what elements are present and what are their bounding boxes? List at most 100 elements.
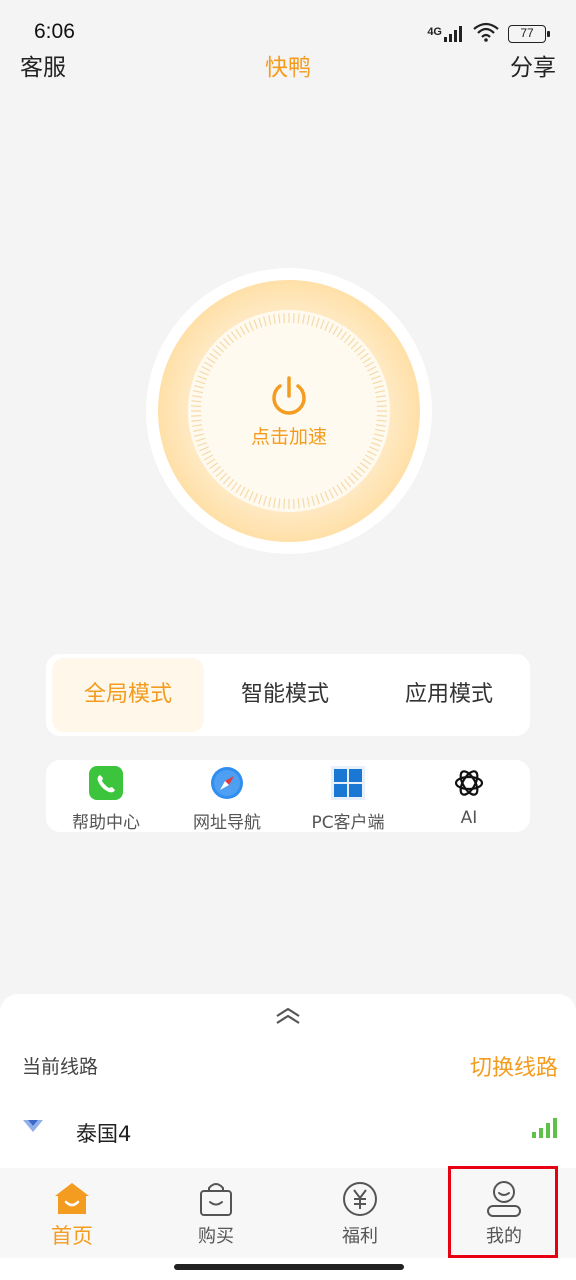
highlight-box (448, 1166, 558, 1258)
dial-tick (215, 344, 225, 353)
dial-tick (258, 494, 263, 505)
tab-home[interactable]: 首页 (0, 1168, 144, 1256)
dial-tick (372, 380, 383, 385)
compass-icon (211, 767, 243, 799)
dial-tick (315, 317, 320, 328)
dial-tick (306, 315, 310, 326)
dial-tick (243, 323, 250, 333)
dial-tick (268, 315, 272, 326)
dial-tick (222, 475, 231, 485)
quick-link-label: 网址导航 (193, 813, 261, 833)
dial-tick (192, 395, 203, 398)
dial-tick (222, 337, 231, 347)
dial-tick (319, 319, 325, 330)
dial-tick (353, 344, 363, 353)
status-bar: 6:06 4G 77 (0, 0, 576, 44)
tab-welfare[interactable]: 福利 (288, 1168, 432, 1256)
dial-tick (343, 479, 352, 488)
dial-tick (273, 497, 276, 508)
dial-tick (364, 454, 375, 461)
dial-tick (347, 337, 356, 347)
dial-tick (376, 415, 387, 417)
status-time: 6:06 (34, 20, 75, 43)
dial-tick (293, 498, 295, 509)
windows-icon (331, 766, 365, 800)
dial-tick (293, 313, 295, 324)
current-line-label: 当前线路 (22, 1056, 99, 1078)
dial-tick (362, 458, 372, 465)
dial-tick (297, 498, 300, 509)
dial-tick (367, 365, 377, 372)
dial-tick (283, 498, 285, 509)
dial-tick (239, 325, 246, 336)
dial-tick (324, 491, 330, 501)
quick-link-ai[interactable]: AI (409, 764, 529, 828)
dial-tick (273, 314, 276, 325)
mode-smart[interactable]: 智能模式 (210, 658, 360, 732)
dial-tick (364, 361, 375, 368)
wifi-icon (472, 22, 500, 46)
quick-link-help[interactable]: 帮助中心 (46, 764, 166, 833)
dial-tick (263, 495, 267, 506)
dial-tick (194, 385, 205, 389)
mode-global[interactable]: 全局模式 (52, 658, 204, 732)
dial-tick (297, 313, 300, 324)
dial-tick (195, 380, 206, 385)
dial-tick (212, 465, 221, 474)
dial-tick (230, 481, 238, 491)
dial-tick (370, 375, 381, 381)
dial-tick (212, 348, 221, 357)
yen-coin-icon (343, 1182, 377, 1216)
dial-tick (350, 472, 359, 481)
dial-tick (357, 465, 366, 474)
dial-tick (278, 313, 281, 324)
dial-tick (332, 486, 339, 497)
switch-line-button[interactable]: 切换线路 (470, 1050, 558, 1082)
status-icons: 4G 77 (427, 22, 550, 46)
dial-tick (311, 316, 315, 327)
dial-tick (278, 498, 281, 509)
dial-tick (336, 328, 343, 338)
dial-tick (367, 450, 377, 457)
home-icon (55, 1183, 89, 1214)
quick-link-label: AI (460, 808, 478, 828)
network-4g-icon: 4G (427, 26, 464, 42)
dial-tick (336, 484, 343, 494)
dial-tick (235, 484, 242, 494)
dial-tick (253, 319, 259, 330)
dial-tick (374, 390, 385, 394)
share-button[interactable]: 分享 (510, 48, 556, 82)
dial-tick (203, 361, 214, 368)
home-indicator[interactable] (174, 1264, 404, 1270)
phone-icon (89, 766, 123, 800)
tab-label: 购买 (198, 1226, 234, 1247)
dial-tick (311, 495, 315, 506)
dial-tick (215, 469, 225, 478)
dial-tick (230, 331, 238, 341)
dial-tick (328, 323, 335, 333)
dial-tick (340, 481, 348, 491)
dial-tick (362, 357, 372, 364)
dial-tick (199, 370, 209, 376)
server-name[interactable]: 泰国4 (76, 1118, 131, 1148)
accelerate-button[interactable]: 点击加速 (146, 268, 432, 554)
quick-link-pc[interactable]: PC客户端 (288, 764, 408, 833)
dial-tick (332, 325, 339, 336)
dial-tick (248, 491, 254, 501)
dial-tick (343, 334, 352, 343)
tab-buy[interactable]: 购买 (144, 1168, 288, 1256)
dial-tick (324, 321, 330, 331)
dial-tick (306, 496, 310, 507)
dial-tick (258, 317, 263, 328)
dial-tick (219, 341, 228, 350)
dial-tick (328, 489, 335, 499)
chevron-up-icon[interactable] (274, 1006, 302, 1026)
dial-tick (369, 370, 379, 376)
mode-app[interactable]: 应用模式 (374, 658, 524, 732)
app-title: 快鸭 (265, 55, 311, 81)
quick-link-nav[interactable]: 网址导航 (167, 764, 287, 833)
dial-tick (359, 462, 369, 470)
quick-links: 帮助中心 网址导航 PC客户端 AI (46, 760, 530, 833)
dial-tick (203, 454, 214, 461)
tab-label: 福利 (342, 1226, 378, 1247)
